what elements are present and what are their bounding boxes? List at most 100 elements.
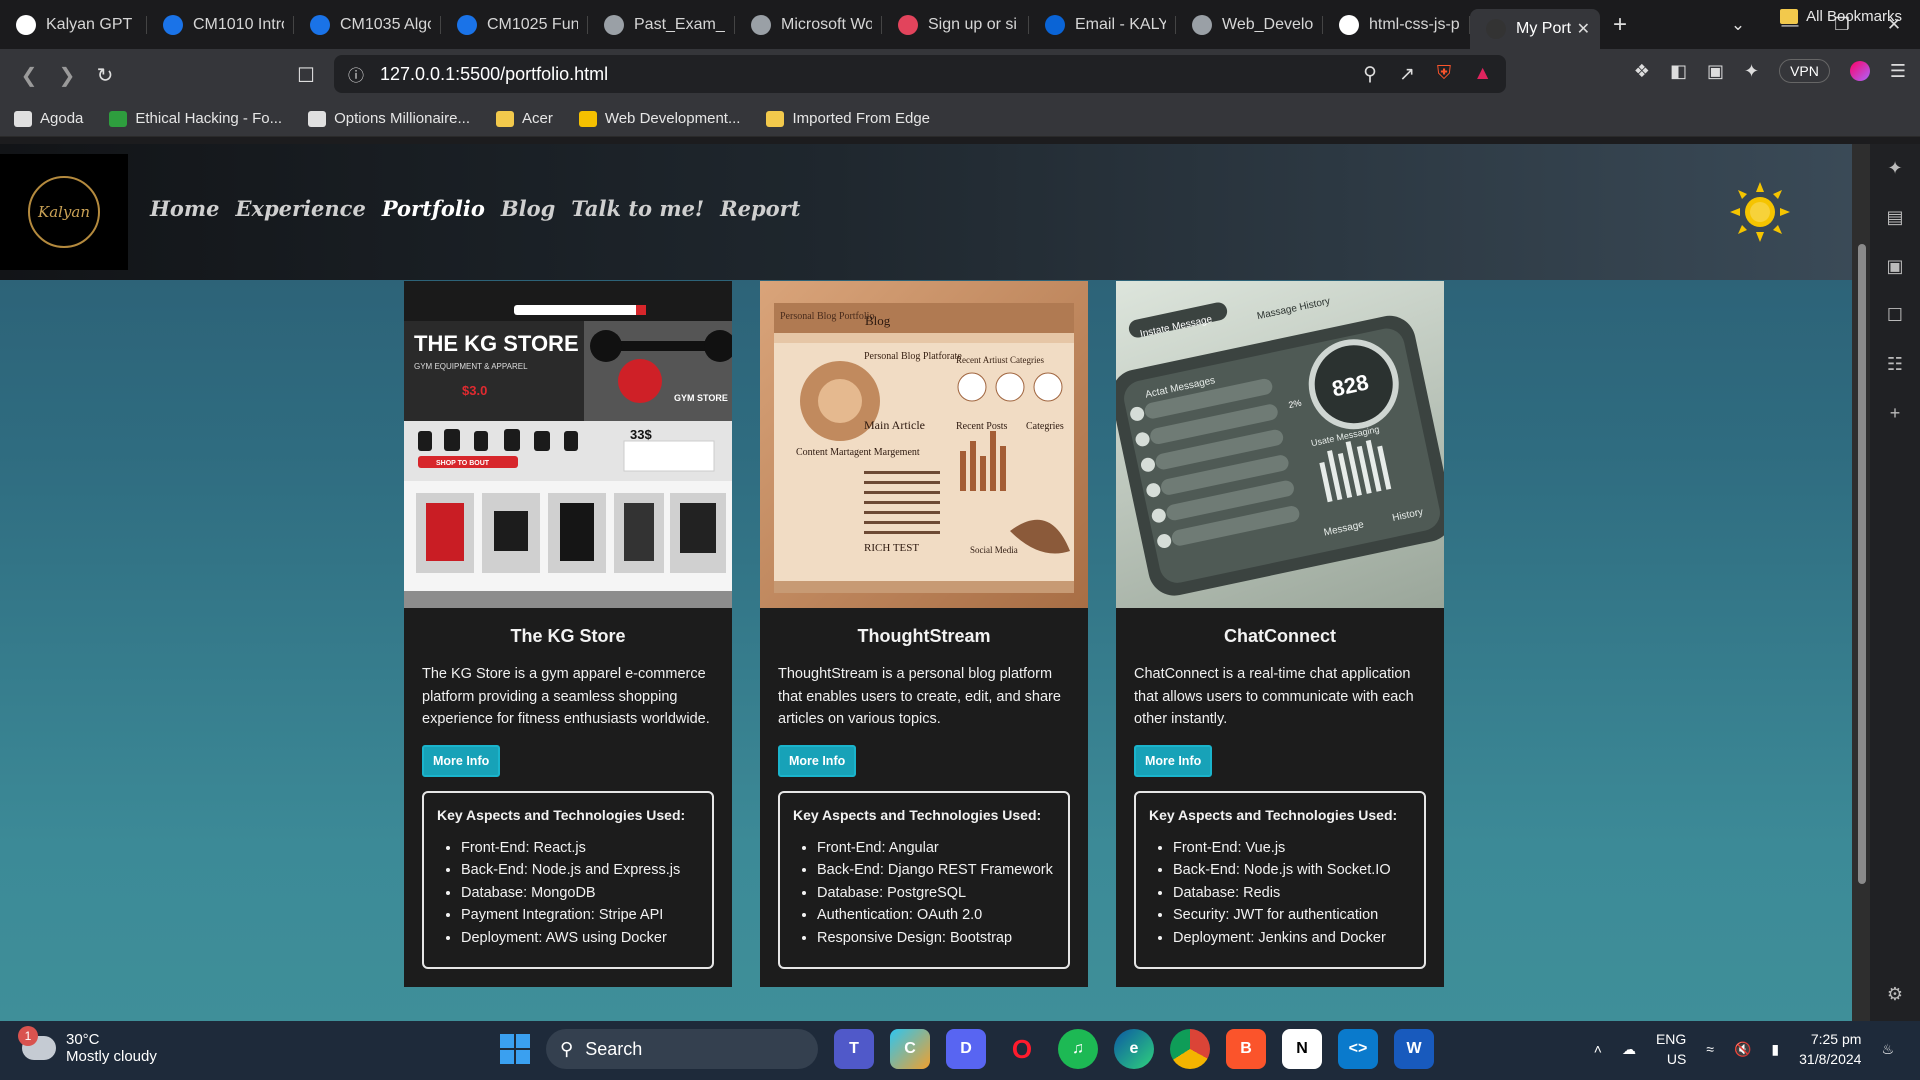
aspect-item: Payment Integration: Stripe API	[461, 904, 699, 927]
monday-icon	[898, 14, 918, 35]
brave-icon[interactable]: B	[1226, 1029, 1266, 1069]
chat-image-tag2: Massage History	[1256, 296, 1331, 322]
site-info-icon[interactable]: ⓘ	[348, 62, 364, 86]
bookmark-item[interactable]: Agoda	[14, 110, 83, 127]
browser-tab[interactable]: CM1025 Fun	[441, 7, 588, 43]
browser-tab[interactable]: Kalyan GPT -	[0, 7, 147, 43]
chrome-icon[interactable]	[1170, 1029, 1210, 1069]
discord-icon[interactable]: D	[946, 1029, 986, 1069]
browser-tab[interactable]: Past_Exam_P	[588, 7, 735, 43]
bookmark-item[interactable]: Acer	[495, 110, 553, 127]
more-info-button[interactable]: More Info	[778, 744, 857, 777]
opera-icon[interactable]: O	[1002, 1029, 1042, 1069]
chevron-up-icon[interactable]: ˄	[1594, 1041, 1602, 1057]
brave-shield-icon[interactable]: ⛨	[1437, 63, 1451, 85]
wallet-icon[interactable]: ▣	[1886, 256, 1903, 277]
start-button-icon[interactable]	[500, 1034, 530, 1064]
nav-link-blog[interactable]: Blog	[501, 196, 555, 221]
bookmark-item[interactable]: Imported From Edge	[766, 110, 930, 127]
bookmark-page-icon[interactable]: ☐	[287, 63, 325, 88]
browser-tab[interactable]: CM1035 Algo	[294, 7, 441, 43]
menu-icon[interactable]: ☰	[1890, 61, 1906, 82]
notifications-bell-icon[interactable]: ♨	[1881, 1041, 1894, 1058]
nav-link-talk-to-me[interactable]: Talk to me!	[571, 196, 704, 221]
word-icon[interactable]: W	[1394, 1029, 1434, 1069]
extensions-icon[interactable]: ❖	[1634, 61, 1650, 82]
url-text[interactable]: 127.0.0.1:5500/portfolio.html	[380, 64, 608, 85]
bookmarks-panel-icon[interactable]: ☐	[1887, 305, 1903, 326]
sidebar-toggle-icon[interactable]: ◧	[1670, 61, 1687, 82]
openai-icon	[16, 14, 36, 35]
reading-list-icon[interactable]: ☷	[1887, 354, 1903, 375]
close-tab-icon[interactable]: ✕	[1577, 19, 1590, 39]
bookmark-item[interactable]: Options Millionaire...	[308, 110, 470, 127]
browser-tab[interactable]: CM1010 Intro	[147, 7, 294, 43]
clock[interactable]: 7:25 pm 31/8/2024	[1799, 1029, 1861, 1069]
new-tab-icon[interactable]: +	[1600, 7, 1640, 43]
taskbar-search[interactable]: ⚲ Search	[546, 1029, 818, 1069]
site-logo[interactable]: Kalyan	[0, 154, 128, 270]
media-icon[interactable]: ▤	[1886, 207, 1903, 228]
leo-icon[interactable]: ✦	[1887, 158, 1902, 179]
page-scrollbar[interactable]	[1852, 144, 1870, 1021]
all-bookmarks[interactable]: All Bookmarks	[1780, 8, 1902, 25]
forward-icon[interactable]: ❯	[48, 63, 86, 88]
more-info-button[interactable]: More Info	[1134, 744, 1213, 777]
bookmarks-bar: Agoda Ethical Hacking - Fo... Options Mill…	[0, 101, 1920, 137]
settings-icon[interactable]: ⚙	[1887, 984, 1903, 1005]
notion-icon[interactable]: N	[1282, 1029, 1322, 1069]
spotify-icon[interactable]: ♫	[1058, 1029, 1098, 1069]
share-icon[interactable]: ↗	[1399, 63, 1415, 86]
back-icon[interactable]: ❮	[10, 63, 48, 88]
copilot-icon[interactable]: C	[890, 1029, 930, 1069]
profile-avatar[interactable]	[1849, 61, 1870, 81]
vscode-icon[interactable]: <>	[1338, 1029, 1378, 1069]
more-info-button[interactable]: More Info	[422, 744, 501, 777]
key-aspects-list: Front-End: Vue.js Back-End: Node.js with…	[1149, 837, 1411, 950]
card-body: ThoughtStream ThoughtStream is a persona…	[760, 608, 1088, 987]
wifi-icon[interactable]: ≈	[1706, 1041, 1714, 1057]
aspect-item: Deployment: Jenkins and Docker	[1173, 927, 1411, 950]
browser-tab[interactable]: Email - KALY	[1029, 7, 1176, 43]
reload-icon[interactable]: ↻	[86, 63, 124, 88]
bookmark-item[interactable]: Ethical Hacking - Fo...	[109, 110, 282, 127]
aspect-item: Database: MongoDB	[461, 882, 699, 905]
lang-top: ENG	[1655, 1031, 1687, 1047]
edge-icon[interactable]: e	[1114, 1029, 1154, 1069]
tab-search-icon[interactable]: ⌄	[1712, 15, 1764, 35]
brave-rewards-icon[interactable]: ▲	[1473, 63, 1492, 85]
nav-link-report[interactable]: Report	[720, 196, 800, 221]
vpn-button[interactable]: VPN	[1779, 59, 1830, 83]
theme-toggle-sun-icon[interactable]	[1728, 180, 1792, 244]
kg-store-image-price2: 33$	[630, 427, 652, 442]
browser-tab[interactable]: Web_Develo	[1176, 7, 1323, 43]
leo-ai-icon[interactable]: ✦	[1744, 61, 1759, 82]
weather-widget[interactable]: 1 30°C Mostly cloudy	[18, 1026, 157, 1065]
browser-tab[interactable]: My Portf ✕	[1470, 9, 1600, 49]
nav-link-experience[interactable]: Experience	[235, 196, 365, 221]
address-bar[interactable]: ⓘ 127.0.0.1:5500/portfolio.html ⚲ ↗ ⛨ ▲	[334, 55, 1506, 93]
teams-icon[interactable]: T	[834, 1029, 874, 1069]
site-icon	[578, 110, 597, 127]
browser-tab[interactable]: Microsoft Wo	[735, 7, 882, 43]
wallet-icon[interactable]: ▣	[1707, 61, 1724, 82]
scrollbar-thumb[interactable]	[1858, 244, 1866, 884]
nav-link-home[interactable]: Home	[150, 196, 219, 221]
browser-tab[interactable]: html-css-js-p	[1323, 7, 1470, 43]
bookmark-label: Imported From Edge	[792, 110, 931, 127]
browser-tab[interactable]: Sign up or si	[882, 7, 1029, 43]
aspect-item: Deployment: AWS using Docker	[461, 927, 699, 950]
language-indicator[interactable]: ENG US	[1656, 1029, 1686, 1069]
key-aspects-box: Key Aspects and Technologies Used: Front…	[422, 790, 714, 969]
zoom-icon[interactable]: ⚲	[1363, 63, 1377, 86]
bookmark-item[interactable]: Web Development...	[578, 110, 740, 127]
nav-link-portfolio[interactable]: Portfolio	[382, 196, 485, 221]
onedrive-icon[interactable]: ☁	[1622, 1041, 1636, 1058]
globe-icon	[751, 14, 771, 35]
folder-icon	[1780, 9, 1799, 24]
battery-icon[interactable]: ▮	[1771, 1041, 1779, 1058]
add-panel-icon[interactable]: +	[1890, 403, 1901, 424]
outlook-icon	[1045, 14, 1065, 35]
aspect-item: Security: JWT for authentication	[1173, 904, 1411, 927]
volume-muted-icon[interactable]: 🔇	[1734, 1041, 1751, 1058]
